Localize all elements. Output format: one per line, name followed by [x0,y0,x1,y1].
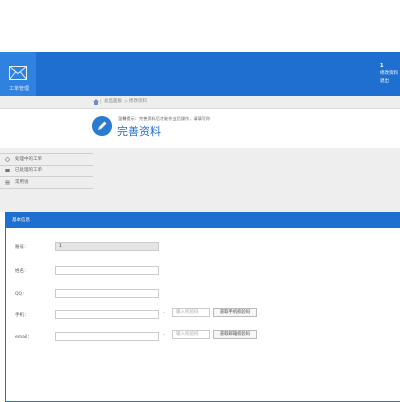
user-menu: 1 修改资料 退出 [380,62,398,86]
logo-caption: 工单管理 [8,86,29,92]
page-title: 完善资料 [117,125,161,138]
pencil-icon [98,121,107,130]
breadcrumb-separator: > [124,99,129,105]
name-label: 姓名： [15,269,29,274]
edit-profile-link[interactable]: 修改资料 [380,70,398,78]
get-phone-code-button[interactable]: 获取手机校验码 [213,308,257,317]
separator-dash: - [163,332,165,338]
account-field: 1 [55,242,159,251]
basic-info-panel: 基本信息 账号： 1 姓名： QQ： 手机： - 输入校验码 获取手机校验码 e… [5,212,400,402]
home-icon[interactable] [93,99,99,105]
inbox-icon [5,169,10,172]
panel-header: 基本信息 [6,213,400,228]
separator-dash: - [163,310,165,316]
hint-text: 温馨提示：完善资料后才能作业后操作，请填写你 [118,116,211,121]
get-email-code-button[interactable]: 获取邮箱校验码 [213,330,257,339]
logout-link[interactable]: 退出 [380,78,398,86]
list-icon [5,180,10,185]
sidebar-item-label: 处理中的工单 [15,157,42,162]
phone-label: 手机： [15,313,29,318]
email-label: email： [15,335,32,340]
email-code-input[interactable]: 输入校验码 [172,330,210,339]
breadcrumb [0,96,400,109]
refresh-icon [5,157,10,162]
panel-title: 基本信息 [12,218,30,223]
phone-field[interactable] [55,310,159,319]
sidebar-item-label: 常用语 [15,180,29,185]
user-number: 1 [380,63,384,69]
sidebar-item-phrases[interactable]: 常用语 [0,177,93,189]
sidebar-item-processed[interactable]: 已处理的工单 [0,165,93,177]
breadcrumb-separator: | [100,99,102,105]
phone-code-input[interactable]: 输入校验码 [172,308,210,317]
top-navbar [0,52,400,96]
breadcrumb-item-dashboard[interactable]: 总监面板 [104,97,122,107]
logo-tile[interactable]: 工单管理 [0,52,36,96]
sidebar-item-label: 已处理的工单 [15,168,42,173]
breadcrumb-item-current: 修改资料 [129,99,147,104]
name-field[interactable] [55,266,159,275]
envelope-icon [9,66,27,80]
edit-profile-badge [92,116,112,136]
qq-label: QQ： [15,292,27,297]
account-label: 账号： [15,245,29,250]
qq-field[interactable] [55,289,159,298]
email-field[interactable] [55,332,159,341]
